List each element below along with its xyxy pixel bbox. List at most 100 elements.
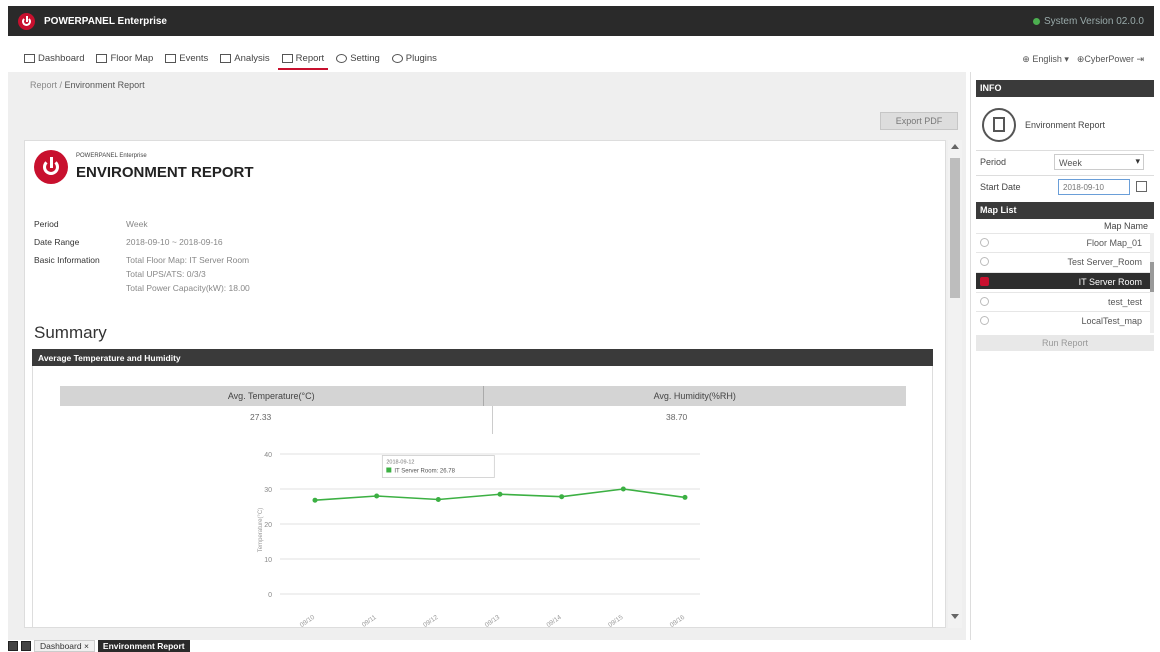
user-label: CyberPower bbox=[1084, 53, 1134, 64]
map-row-selected[interactable]: IT Server Room bbox=[976, 272, 1150, 289]
nav-floor-map[interactable]: Floor Map bbox=[92, 48, 157, 70]
language-selector[interactable]: ⊕ English ▾ bbox=[1022, 54, 1069, 65]
nav-setting[interactable]: Setting bbox=[332, 48, 384, 70]
breadcrumb-current: Environment Report bbox=[64, 80, 145, 90]
breadcrumb: Report / Environment Report bbox=[30, 80, 145, 90]
nav-report[interactable]: Report bbox=[277, 48, 329, 70]
report-brand: POWERPANEL Enterprise bbox=[76, 153, 147, 159]
start-date-label: Start Date bbox=[980, 182, 1021, 192]
map-row[interactable]: Floor Map_01 bbox=[976, 233, 1150, 250]
system-version: System Version 02.0.0 bbox=[1032, 15, 1144, 27]
calendar-icon[interactable] bbox=[1136, 181, 1147, 192]
map-row[interactable]: test_test bbox=[976, 292, 1150, 309]
section-header: Average Temperature and Humidity bbox=[32, 349, 933, 366]
map-checkbox-checked[interactable] bbox=[980, 277, 989, 286]
report-logo-icon bbox=[34, 150, 68, 184]
panel-separator bbox=[970, 72, 971, 640]
tab-label: Dashboard bbox=[40, 641, 82, 651]
bottom-tab-bar: Dashboard × Environment Report bbox=[8, 640, 1154, 652]
report-icon bbox=[281, 53, 293, 63]
tab-environment-report[interactable]: Environment Report bbox=[97, 640, 190, 652]
map-list-header: Map List bbox=[976, 202, 1154, 219]
events-icon bbox=[165, 53, 177, 63]
nav-label: Plugins bbox=[405, 52, 437, 64]
analysis-icon bbox=[220, 53, 232, 63]
map-row[interactable]: LocalTest_map bbox=[976, 311, 1150, 328]
scroll-up-icon[interactable] bbox=[951, 144, 959, 149]
nav-plugins[interactable]: Plugins bbox=[388, 48, 441, 70]
report-document-icon bbox=[982, 108, 1016, 142]
nav-dashboard[interactable]: Dashboard bbox=[20, 48, 88, 70]
data-point bbox=[620, 486, 626, 492]
data-point bbox=[435, 497, 441, 502]
tooltip-swatch bbox=[386, 467, 392, 473]
y-axis-label: Temperature(°C) bbox=[258, 508, 264, 552]
map-name: Test Server_Room bbox=[1067, 257, 1142, 267]
nav-label: Setting bbox=[350, 52, 380, 64]
report-scrollbar-thumb[interactable] bbox=[950, 158, 960, 298]
x-tick-label: 09/16 bbox=[669, 614, 687, 629]
nav-label: Analysis bbox=[234, 52, 270, 64]
map-checkbox[interactable] bbox=[980, 316, 989, 325]
tooltip-date: 2018-09-12 bbox=[386, 460, 414, 466]
avg-temp-value: 27.33 bbox=[250, 412, 272, 422]
average-table-header: Avg. Temperature(°C) Avg. Humidity(%RH) bbox=[60, 386, 906, 406]
basic-info-line: Total Power Capacity(kW): 18.00 bbox=[126, 283, 250, 293]
map-name: IT Server Room bbox=[1078, 277, 1142, 287]
scroll-down-icon[interactable] bbox=[951, 614, 959, 619]
nav-analysis[interactable]: Analysis bbox=[216, 48, 273, 70]
floor-map-icon bbox=[96, 53, 108, 63]
period-field: Period Week bbox=[976, 150, 1154, 172]
map-name: Floor Map_01 bbox=[1086, 238, 1142, 248]
period-select[interactable]: Week bbox=[1054, 154, 1144, 170]
title-bar: POWERPANEL Enterprise System Version 02.… bbox=[8, 6, 1154, 36]
top-right-links: ⊕ English ▾ ⊕CyberPower ⇥ bbox=[976, 48, 1154, 70]
map-name-column: Map Name bbox=[1103, 221, 1148, 231]
basic-info-line: Total Floor Map: IT Server Room bbox=[126, 255, 250, 265]
system-version-text: System Version 02.0.0 bbox=[1043, 15, 1144, 27]
x-tick-label: 09/11 bbox=[361, 614, 378, 629]
tab-nav-right-icon[interactable] bbox=[21, 641, 31, 651]
globe-icon: ⊕ bbox=[1022, 53, 1033, 64]
tab-dashboard[interactable]: Dashboard × bbox=[34, 640, 95, 652]
breadcrumb-parent[interactable]: Report bbox=[30, 80, 57, 90]
app-window: POWERPANEL Enterprise System Version 02.… bbox=[0, 0, 1160, 652]
start-date-value: 2018-09-10 bbox=[1063, 183, 1104, 192]
period-label: Period bbox=[34, 219, 59, 229]
nav-label: Report bbox=[295, 52, 325, 64]
map-checkbox[interactable] bbox=[980, 257, 989, 266]
period-select-value: Week bbox=[1059, 158, 1082, 168]
data-point bbox=[374, 493, 380, 499]
map-row[interactable]: Test Server_Room bbox=[976, 252, 1150, 269]
user-menu[interactable]: ⊕CyberPower ⇥ bbox=[1077, 54, 1144, 65]
avg-humidity-header: Avg. Humidity(%RH) bbox=[482, 386, 907, 406]
export-pdf-button[interactable]: Export PDF bbox=[880, 112, 958, 130]
table-divider bbox=[492, 406, 493, 434]
x-tick-label: 09/12 bbox=[422, 614, 440, 629]
y-tick-label: 20 bbox=[264, 522, 272, 529]
data-point bbox=[682, 494, 688, 500]
x-tick-label: 09/13 bbox=[484, 614, 502, 629]
nav-label: Events bbox=[179, 52, 209, 64]
language-label: English bbox=[1032, 53, 1062, 64]
map-checkbox[interactable] bbox=[980, 297, 989, 306]
start-date-input[interactable]: 2018-09-10 bbox=[1058, 179, 1130, 195]
period-value: Week bbox=[126, 219, 148, 229]
map-checkbox[interactable] bbox=[980, 238, 989, 247]
y-tick-label: 10 bbox=[264, 557, 272, 564]
tooltip-text: IT Server Room: 26.78 bbox=[394, 469, 455, 475]
tab-nav-left-icon[interactable] bbox=[8, 641, 18, 651]
y-tick-label: 30 bbox=[264, 487, 272, 494]
nav-events[interactable]: Events bbox=[161, 48, 212, 70]
date-range-label: Date Range bbox=[34, 237, 80, 247]
avg-temp-header: Avg. Temperature(°C) bbox=[227, 391, 315, 401]
app-title: POWERPANEL Enterprise bbox=[44, 15, 167, 27]
basic-info-line: Total UPS/ATS: 0/3/3 bbox=[126, 269, 206, 279]
run-report-button[interactable]: Run Report bbox=[976, 335, 1154, 351]
nav-label: Dashboard bbox=[38, 52, 85, 64]
plugins-icon bbox=[391, 53, 403, 63]
report-name: Environment Report bbox=[1025, 120, 1106, 130]
avg-humidity-value: 38.70 bbox=[666, 412, 688, 422]
period-field-label: Period bbox=[980, 157, 1007, 167]
map-list-scrollbar-thumb[interactable] bbox=[1150, 262, 1154, 292]
